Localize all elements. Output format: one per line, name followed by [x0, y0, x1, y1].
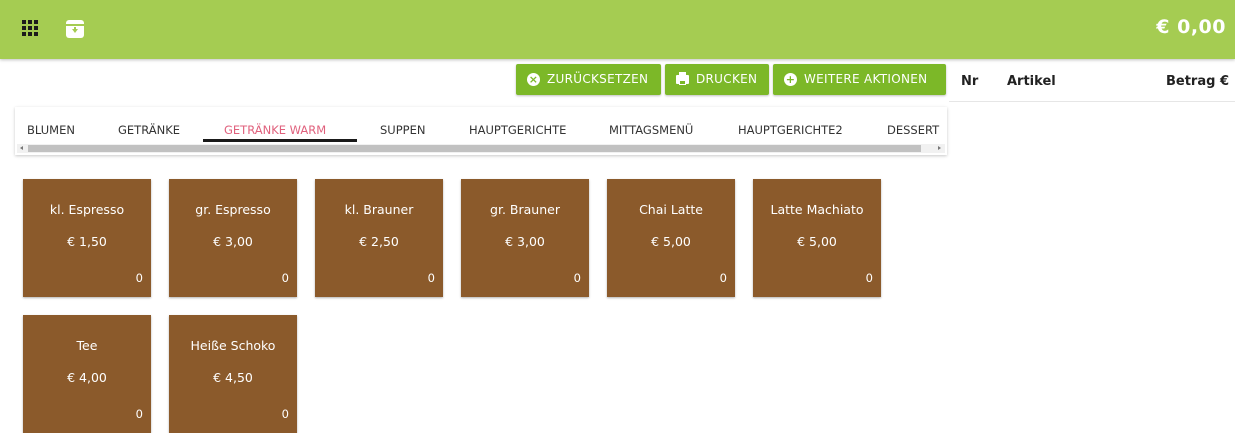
tab-mittagsmenue[interactable]: MITTAGSMENÜ: [609, 123, 693, 137]
product-price: € 5,00: [797, 234, 837, 249]
tab-hauptgerichte2[interactable]: HAUPTGERICHTE2: [738, 123, 843, 137]
apps-grid-icon[interactable]: [22, 20, 42, 40]
product-price: € 4,50: [213, 370, 253, 385]
column-header-artikel: Artikel: [1007, 74, 1056, 89]
product-price: € 3,00: [213, 234, 253, 249]
product-price: € 1,50: [67, 234, 107, 249]
category-tabs: BLUMEN GETRÄNKE GETRÄNKE WARM SUPPEN HAU…: [15, 107, 947, 155]
product-count: 0: [281, 407, 289, 421]
scroll-right-arrow-icon[interactable]: [938, 146, 941, 150]
product-name: kl. Brauner: [344, 202, 414, 217]
product-name: kl. Espresso: [49, 202, 125, 217]
product-tile[interactable]: kl. Brauner € 2,50 0: [315, 179, 443, 297]
top-bar: € 0,00: [0, 0, 1235, 59]
product-tile[interactable]: Heiße Schoko € 4,50 0: [169, 315, 297, 433]
active-tab-indicator: [203, 139, 357, 142]
scroll-left-arrow-icon[interactable]: [20, 146, 23, 150]
column-header-betrag: Betrag €: [1165, 74, 1229, 89]
product-price: € 4,00: [67, 370, 107, 385]
print-button[interactable]: DRUCKEN: [665, 64, 769, 95]
product-name: Tee: [76, 338, 98, 353]
product-count: 0: [135, 271, 143, 285]
tabs-scrollbar[interactable]: [17, 144, 945, 153]
product-name: gr. Espresso: [195, 202, 271, 217]
reset-button-label: ZURÜCKSETZEN: [547, 72, 649, 86]
reset-button[interactable]: × ZURÜCKSETZEN: [516, 64, 661, 95]
product-tile[interactable]: Tee € 4,00 0: [23, 315, 151, 433]
product-name: Heiße Schoko: [190, 338, 276, 353]
tab-getraenke[interactable]: GETRÄNKE: [118, 123, 180, 137]
product-tile[interactable]: Chai Latte € 5,00 0: [607, 179, 735, 297]
product-count: 0: [281, 271, 289, 285]
printer-icon: [676, 72, 689, 85]
product-count: 0: [573, 271, 581, 285]
product-price: € 3,00: [505, 234, 545, 249]
product-count: 0: [865, 271, 873, 285]
order-total: € 0,00: [1156, 16, 1226, 38]
more-actions-button[interactable]: + WEITERE AKTIONEN: [773, 64, 946, 95]
tab-suppen[interactable]: SUPPEN: [380, 123, 425, 137]
product-price: € 2,50: [359, 234, 399, 249]
print-button-label: DRUCKEN: [696, 72, 758, 86]
order-table-header: Nr Artikel Betrag €: [949, 63, 1235, 102]
product-tile[interactable]: Latte Machiato € 5,00 0: [753, 179, 881, 297]
tab-getraenke-warm[interactable]: GETRÄNKE WARM: [224, 123, 326, 137]
product-name: Latte Machiato: [770, 202, 864, 217]
product-count: 0: [719, 271, 727, 285]
more-actions-button-label: WEITERE AKTIONEN: [804, 72, 928, 86]
product-price: € 5,00: [651, 234, 691, 249]
close-circle-icon: ×: [527, 73, 540, 86]
product-count: 0: [135, 407, 143, 421]
archive-box-icon[interactable]: [66, 20, 84, 38]
product-count: 0: [427, 271, 435, 285]
product-name: Chai Latte: [639, 202, 703, 217]
tab-dessert[interactable]: DESSERT: [887, 123, 939, 137]
plus-circle-icon: +: [784, 73, 797, 86]
product-name: gr. Brauner: [490, 202, 560, 217]
tab-hauptgerichte[interactable]: HAUPTGERICHTE: [469, 123, 566, 137]
tab-blumen[interactable]: BLUMEN: [27, 123, 75, 137]
scrollbar-thumb[interactable]: [28, 145, 921, 152]
product-tile[interactable]: gr. Espresso € 3,00 0: [169, 179, 297, 297]
product-tile[interactable]: gr. Brauner € 3,00 0: [461, 179, 589, 297]
product-tile[interactable]: kl. Espresso € 1,50 0: [23, 179, 151, 297]
column-header-nr: Nr: [961, 74, 979, 89]
